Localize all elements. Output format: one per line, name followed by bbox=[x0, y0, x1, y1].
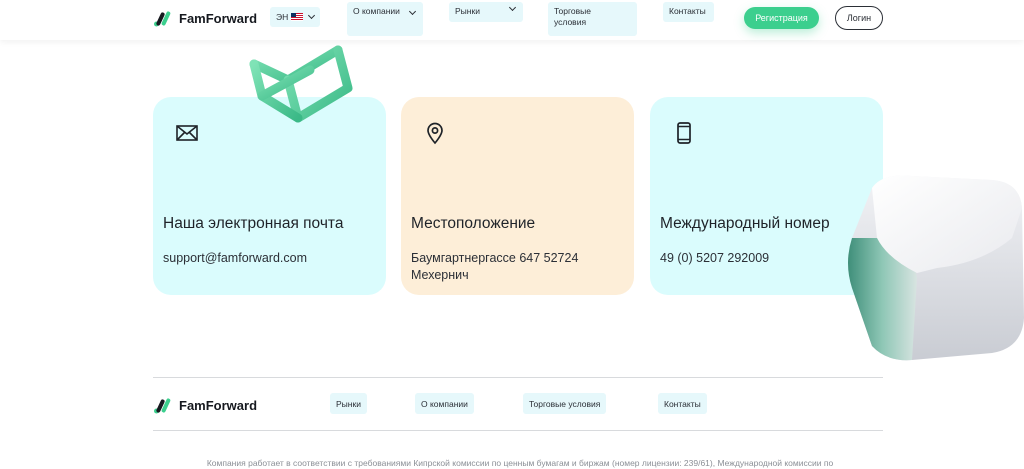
footer-divider-bottom bbox=[153, 430, 883, 431]
chevron-down-icon bbox=[308, 11, 316, 20]
us-flag-icon bbox=[291, 13, 304, 21]
footer-link-terms[interactable]: Торговые условия bbox=[523, 393, 607, 414]
envelope-icon bbox=[176, 125, 198, 141]
nav-markets-label: Рынки bbox=[455, 6, 480, 16]
language-label: ЭН bbox=[276, 11, 289, 22]
decorative-wireframe-cube bbox=[249, 45, 353, 123]
register-button[interactable]: Регистрация bbox=[744, 7, 819, 29]
nav-contacts-link[interactable]: Контакты bbox=[663, 2, 714, 22]
nav-markets-menu[interactable]: Рынки bbox=[449, 2, 523, 22]
legal-disclaimer: Компания работает в соответствии с требо… bbox=[206, 458, 834, 468]
chevron-down-icon bbox=[408, 7, 417, 16]
logo-mark-icon bbox=[154, 11, 171, 27]
location-card: Местоположение Баумгартнергассе 647 5272… bbox=[401, 97, 634, 295]
brand-logo[interactable]: FamForward bbox=[153, 8, 257, 28]
location-address: Баумгартнергассе 647 52724 Мехернич bbox=[411, 251, 579, 282]
top-navbar: FamForward ЭН О компании Рынки Торговые … bbox=[0, 0, 1024, 40]
login-button[interactable]: Логин bbox=[835, 6, 883, 30]
language-selector[interactable]: ЭН bbox=[270, 7, 321, 27]
phone-card-title: Международный номер bbox=[660, 215, 830, 232]
logo-mark-icon bbox=[154, 398, 171, 414]
email-address[interactable]: support@famforward.com bbox=[163, 250, 373, 267]
phone-number[interactable]: 49 (0) 5207 292009 bbox=[660, 250, 870, 267]
footer-brand-logo[interactable]: FamForward bbox=[153, 395, 257, 415]
footer-brand-name: FamForward bbox=[179, 397, 258, 413]
nav-company-menu[interactable]: О компании bbox=[347, 2, 423, 36]
chevron-down-icon bbox=[508, 3, 517, 12]
footer-link-contacts[interactable]: Контакты bbox=[658, 393, 707, 414]
smartphone-icon bbox=[677, 122, 691, 144]
decorative-3d-cube bbox=[848, 175, 1024, 361]
footer-link-markets[interactable]: Рынки bbox=[330, 393, 367, 414]
nav-terms-label: Торговые условия bbox=[554, 6, 591, 27]
nav-contacts-label: Контакты bbox=[669, 6, 706, 16]
email-card-title: Наша электронная почта bbox=[163, 215, 344, 232]
nav-company-label: О компании bbox=[353, 6, 400, 16]
brand-name: FamForward bbox=[179, 10, 258, 26]
location-card-title: Местоположение bbox=[411, 215, 536, 232]
map-pin-icon bbox=[427, 122, 443, 145]
footer-link-company[interactable]: О компании bbox=[415, 393, 474, 414]
footer-divider-top bbox=[153, 377, 883, 378]
nav-terms-link[interactable]: Торговые условия bbox=[548, 2, 637, 36]
